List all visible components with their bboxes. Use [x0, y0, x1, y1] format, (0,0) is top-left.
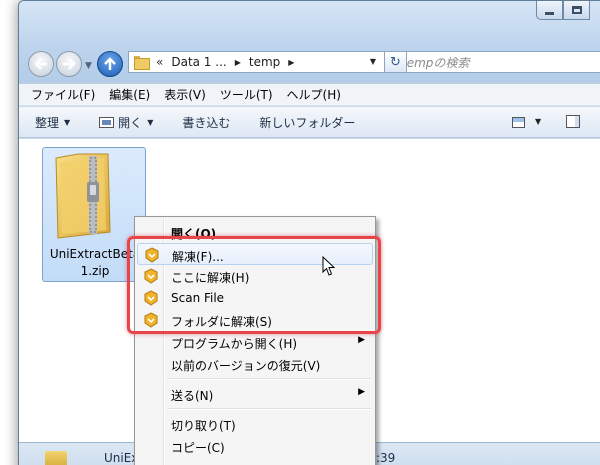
context-item-restore-versions[interactable]: 以前のバージョンの復元(V)	[137, 353, 373, 375]
up-button[interactable]	[97, 51, 123, 77]
menu-separator	[167, 378, 371, 380]
burn-button[interactable]: 書き込む	[182, 114, 230, 131]
annotation-highlight	[127, 236, 381, 334]
burn-label: 書き込む	[182, 115, 231, 130]
address-dropdown-icon[interactable]: ▼	[370, 57, 376, 66]
maximize-button[interactable]	[563, 1, 590, 20]
recent-pages-dropdown[interactable]: ▼	[85, 61, 92, 71]
context-item-label: 以前のバージョンの復元(V)	[171, 359, 321, 373]
new-folder-label: 新しいフォルダー	[259, 115, 356, 130]
context-item-label: 切り取り(T)	[171, 419, 236, 433]
minimize-icon	[545, 11, 554, 15]
preview-pane-icon[interactable]	[566, 115, 580, 128]
maximize-icon	[571, 6, 582, 14]
submenu-arrow-icon: ▶	[358, 335, 365, 345]
context-item-label: コピー(C)	[171, 441, 225, 455]
back-arrow-icon	[34, 58, 47, 70]
menu-help[interactable]: ヘルプ(H)	[287, 86, 341, 103]
context-item-copy[interactable]: コピー(C)	[137, 435, 373, 457]
context-item-send-to[interactable]: 送る(N) ▶	[137, 383, 373, 405]
breadcrumb-segment[interactable]: temp	[249, 55, 280, 69]
zip-folder-icon	[55, 153, 111, 239]
folder-icon	[134, 56, 150, 70]
context-item-open-with[interactable]: プログラムから開く(H) ▶	[137, 331, 373, 353]
menu-tools[interactable]: ツール(T)	[220, 86, 273, 103]
forward-arrow-icon	[63, 58, 76, 70]
breadcrumb-arrow-icon[interactable]: ▶	[288, 58, 294, 67]
caption-buttons	[536, 1, 590, 20]
view-caret-icon[interactable]: ▼	[535, 117, 541, 126]
context-item-cut[interactable]: 切り取り(T)	[137, 413, 373, 435]
new-folder-button[interactable]: 新しいフォルダー	[259, 114, 355, 131]
view-options-icon[interactable]	[512, 117, 525, 128]
caret-down-icon: ▼	[147, 117, 154, 127]
caret-down-icon: ▼	[64, 117, 71, 127]
forward-button[interactable]	[56, 51, 82, 77]
search-input[interactable]: tempの検索	[390, 51, 600, 73]
details-modified-time: :39	[376, 451, 396, 465]
file-thumb-icon	[45, 451, 67, 465]
context-item-label: プログラムから開く(H)	[171, 337, 298, 351]
organize-button[interactable]: 整理 ▼	[35, 114, 70, 131]
open-label: 開く	[118, 115, 143, 130]
refresh-button[interactable]: ↻	[385, 51, 407, 73]
menu-view[interactable]: 表示(V)	[164, 86, 206, 103]
menu-separator	[167, 408, 371, 410]
menu-bar: ファイル(F) 編集(E) 表示(V) ツール(T) ヘルプ(H)	[19, 83, 600, 106]
open-icon	[99, 116, 115, 128]
address-bar[interactable]: « Data 1 ... ▶ temp ▶ ▼	[128, 51, 385, 73]
submenu-arrow-icon: ▶	[358, 387, 365, 397]
breadcrumb-arrow-icon[interactable]: ▶	[235, 58, 241, 67]
address-overflow[interactable]: «	[156, 55, 163, 69]
back-button[interactable]	[28, 51, 54, 77]
minimize-button[interactable]	[536, 1, 563, 20]
organize-label: 整理	[35, 115, 60, 130]
breadcrumb-segment[interactable]: Data 1 ...	[171, 55, 226, 69]
open-button[interactable]: 開く ▼	[99, 114, 153, 131]
context-item-label: 送る(N)	[171, 389, 214, 403]
menu-edit[interactable]: 編集(E)	[109, 86, 150, 103]
mouse-cursor-icon	[322, 256, 336, 276]
menu-file[interactable]: ファイル(F)	[31, 86, 95, 103]
up-arrow-icon	[104, 57, 116, 70]
